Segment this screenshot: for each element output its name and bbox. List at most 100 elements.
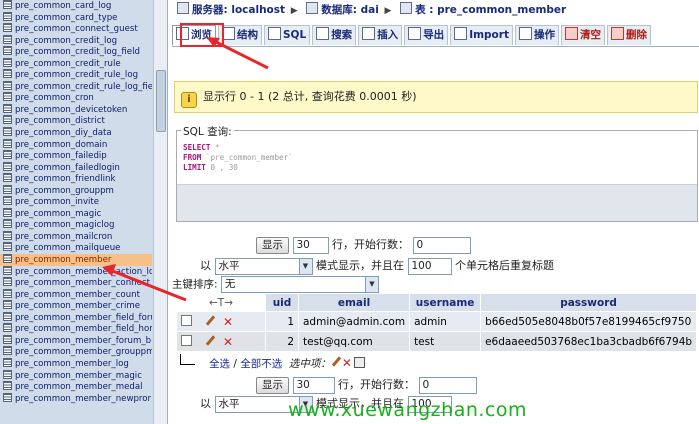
sidebar-table-label[interactable]: pre_common_member_crime <box>15 301 140 311</box>
sidebar-table-label[interactable]: pre_common_magic <box>15 209 101 219</box>
sidebar-table-label[interactable]: pre_common_credit_rule_log <box>15 70 138 80</box>
column-header-uid[interactable]: uid <box>265 293 299 312</box>
sidebar-table-label[interactable]: pre_common_grouppm <box>15 186 114 196</box>
table-icon[interactable] <box>3 69 12 79</box>
sidebar-table-item[interactable]: pre_common_member_action_lo <box>0 265 152 278</box>
sidebar-table-item[interactable]: pre_common_credit_rule <box>0 57 152 70</box>
sidebar-table-item[interactable]: pre_common_cron <box>0 92 152 104</box>
sidebar-table-item[interactable]: pre_common_member <box>0 254 152 266</box>
table-icon[interactable] <box>3 0 12 9</box>
table-icon[interactable] <box>3 173 12 183</box>
sidebar-table-item[interactable]: pre_common_member_newpror <box>0 392 152 405</box>
show-button-bottom[interactable]: 显示 <box>256 376 289 394</box>
sidebar-table-item[interactable]: pre_common_grouppm <box>0 184 152 197</box>
table-icon[interactable] <box>3 242 12 252</box>
bulk-delete-x-icon[interactable]: ✕ <box>342 356 352 370</box>
tab-browse[interactable]: 浏览 <box>172 25 216 45</box>
table-icon[interactable] <box>3 346 12 356</box>
select-all-link[interactable]: 全选 <box>209 358 230 370</box>
sidebar-table-label[interactable]: pre_common_magiclog <box>15 220 114 230</box>
tab-sql[interactable]: SQL <box>264 25 311 45</box>
sidebar-table-item[interactable]: pre_common_member_medal <box>0 381 152 393</box>
sidebar-table-label[interactable]: pre_common_member_magic <box>15 371 142 381</box>
sidebar-table-item[interactable]: pre_common_member_crime <box>0 300 152 312</box>
sidebar-table-label[interactable]: pre_common_failedip <box>15 151 107 161</box>
mode-select[interactable]: 水平 ▼ <box>214 257 313 275</box>
sidebar-table-label[interactable]: pre_common_mailqueue <box>15 243 120 253</box>
rows-input-bottom[interactable]: 30 <box>292 376 335 394</box>
table-icon[interactable] <box>3 300 12 310</box>
table-icon[interactable] <box>3 161 12 171</box>
sidebar-table-label[interactable]: pre_common_credit_log_field <box>15 47 140 57</box>
sidebar-table-label[interactable]: pre_common_member_log <box>15 359 129 369</box>
tab-search[interactable]: 搜索 <box>312 25 357 45</box>
sidebar-table-item[interactable]: pre_common_magic <box>0 207 152 220</box>
sidebar-table-item[interactable]: pre_common_invite <box>0 196 152 208</box>
table-icon[interactable] <box>3 127 12 137</box>
table-icon[interactable] <box>3 138 12 148</box>
sidebar-table-label[interactable]: pre_common_diy_data <box>15 128 112 138</box>
row-checkbox[interactable] <box>181 334 192 346</box>
sidebar-table-label[interactable]: pre_common_connect_guest <box>15 24 138 34</box>
sidebar-table-item[interactable]: pre_common_mailqueue <box>0 242 152 254</box>
sidebar-table-label[interactable]: pre_common_member_field_hom <box>15 324 152 334</box>
sidebar-table-label[interactable]: pre_common_friendlink <box>15 174 115 184</box>
sidebar-table-label[interactable]: pre_common_credit_log <box>15 36 117 46</box>
table-icon[interactable] <box>3 334 12 344</box>
column-nav-icon[interactable]: ←T→ <box>176 293 266 312</box>
sidebar-table-item[interactable]: pre_common_credit_log_field <box>0 46 152 58</box>
sidebar-table-item[interactable]: pre_common_member_magic <box>0 369 152 382</box>
sidebar-table-item[interactable]: pre_common_failedip <box>0 150 152 162</box>
table-icon[interactable] <box>3 184 12 194</box>
start-input[interactable]: 0 <box>412 236 471 254</box>
tab-drop[interactable]: 删除 <box>606 25 651 45</box>
table-icon[interactable] <box>3 323 12 333</box>
sidebar-table-label[interactable]: pre_common_district <box>15 116 105 126</box>
sidebar-table-item[interactable]: pre_common_member_log <box>0 357 152 370</box>
sidebar-table-item[interactable]: pre_common_member_field_hom <box>0 323 152 335</box>
start-input-bottom[interactable]: 0 <box>418 376 477 394</box>
sidebar-table-item[interactable]: pre_common_magiclog <box>0 219 152 231</box>
sidebar-table-label[interactable]: pre_common_credit_rule <box>15 59 121 69</box>
table-icon[interactable] <box>3 230 12 240</box>
column-header-email[interactable]: email <box>297 293 411 312</box>
delete-x-icon[interactable]: ✕ <box>223 315 233 329</box>
sidebar-table-item[interactable]: pre_common_devicetoken <box>0 103 152 116</box>
sidebar-table-item[interactable]: pre_common_card_type <box>0 11 152 24</box>
deselect-all-link[interactable]: 全部不选 <box>240 358 282 370</box>
table-icon[interactable] <box>3 207 12 217</box>
sidebar-table-item[interactable]: pre_common_diy_data <box>0 127 152 139</box>
sidebar-table-label[interactable]: pre_common_devicetoken <box>15 105 127 115</box>
table-icon[interactable] <box>3 92 12 102</box>
show-button[interactable]: 显示 <box>256 236 289 254</box>
sidebar-table-label[interactable]: pre_common_failedlogin <box>15 163 120 173</box>
sidebar-table-label[interactable]: pre_common_member_action_lo <box>15 267 152 277</box>
sidebar-table-item[interactable]: pre_common_friendlink <box>0 173 152 185</box>
sidebar-table-label[interactable]: pre_common_domain <box>15 140 107 150</box>
rows-input[interactable]: 30 <box>292 236 329 254</box>
bulk-export-icon[interactable] <box>353 357 365 368</box>
sidebar-table-item[interactable]: pre_common_domain <box>0 138 152 151</box>
sidebar-table-item[interactable]: pre_common_failedlogin <box>0 161 152 174</box>
sort-select[interactable]: 无 ▼ <box>220 276 379 293</box>
sidebar-table-label[interactable]: pre_common_card_type <box>15 13 117 23</box>
breadcrumb-server[interactable]: 服务器: localhost <box>192 4 285 16</box>
row-checkbox[interactable] <box>181 314 192 326</box>
sidebar-table-label[interactable]: pre_common_member <box>15 255 111 265</box>
column-header-password[interactable]: password <box>480 293 698 312</box>
sidebar-table-item[interactable]: pre_common_member_count <box>0 288 152 301</box>
column-header-username[interactable]: username <box>409 293 482 312</box>
table-icon[interactable] <box>3 311 12 321</box>
sidebar-scrollbar[interactable] <box>153 0 167 424</box>
sidebar-table-item[interactable]: pre_common_member_connect <box>0 277 152 289</box>
table-icon[interactable] <box>3 11 12 21</box>
table-icon[interactable] <box>3 254 12 264</box>
tab-operations[interactable]: 操作 <box>514 25 559 45</box>
sidebar-table-label[interactable]: pre_common_member_grouppm <box>15 347 152 357</box>
sidebar-table-label[interactable]: pre_common_member_newpror <box>15 394 151 404</box>
tab-insert[interactable]: 插入 <box>358 25 403 45</box>
table-icon[interactable] <box>3 57 12 67</box>
table-icon[interactable] <box>3 115 12 125</box>
table-icon[interactable] <box>3 196 12 206</box>
sidebar-table-item[interactable]: pre_common_member_forum_b <box>0 334 152 347</box>
